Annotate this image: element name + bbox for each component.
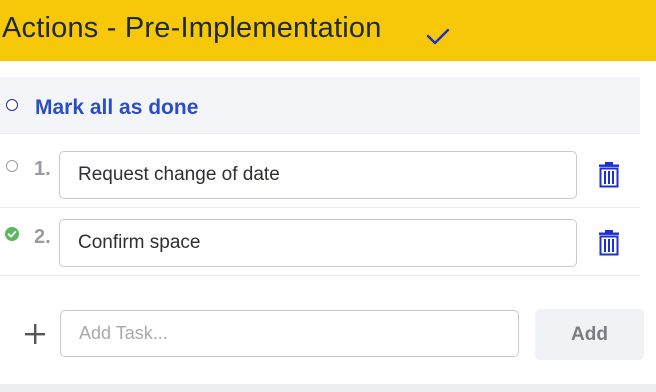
checkmark-icon[interactable] (426, 26, 450, 46)
task-1-checkbox[interactable] (6, 160, 18, 172)
add-task-input[interactable] (60, 310, 519, 357)
trash-icon[interactable] (597, 230, 621, 256)
plus-icon[interactable] (24, 323, 46, 345)
page-title: Actions - Pre-Implementation (2, 12, 382, 44)
add-button[interactable]: Add (535, 309, 644, 360)
divider (0, 275, 640, 276)
header-bar: Actions - Pre-Implementation (0, 0, 656, 61)
task-1-input[interactable] (59, 151, 577, 199)
task-2-number: 2. (34, 226, 51, 248)
trash-icon[interactable] (597, 162, 621, 188)
divider (0, 207, 640, 208)
mark-all-radio[interactable] (6, 99, 18, 111)
footer-band (0, 384, 656, 392)
task-2-done-icon[interactable] (5, 227, 19, 241)
task-2-input[interactable] (59, 219, 577, 267)
divider (0, 133, 640, 134)
mark-all-label[interactable]: Mark all as done (35, 96, 198, 120)
task-1-number: 1. (34, 158, 51, 180)
